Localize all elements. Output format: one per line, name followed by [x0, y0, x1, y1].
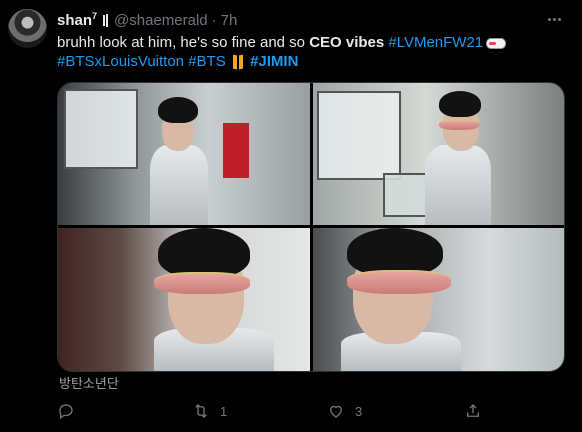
retweet-count: 1	[220, 403, 228, 419]
separator-dot: ·	[211, 11, 217, 29]
heart-icon	[330, 405, 342, 418]
like-button[interactable]: 3	[327, 400, 362, 422]
hashtag-btsxlouisvuitton[interactable]: #BTSxLouisVuitton	[57, 53, 184, 70]
photo-2[interactable]	[313, 83, 564, 225]
tweet-text-plain: bruhh look at him, he's so fine and so	[57, 34, 310, 51]
photo-1[interactable]	[58, 83, 310, 225]
bts-logo-icon	[103, 13, 109, 27]
reply-icon	[59, 404, 73, 420]
media-grid	[57, 82, 565, 372]
retweet-button[interactable]: 1	[192, 400, 227, 422]
tweet-text-bold: CEO vibes	[309, 34, 385, 51]
photo-3[interactable]	[58, 228, 310, 371]
media-caption: 방탄소년단	[59, 376, 119, 391]
tweet[interactable]: shan7 @shaemerald · 7h bruhh look at him…	[0, 0, 582, 432]
hashtag-bts[interactable]: #BTS	[188, 53, 226, 70]
timestamp[interactable]: 7h	[221, 12, 238, 29]
tweet-text: bruhh look at him, he's so fine and so C…	[57, 33, 567, 71]
hashtag-jimin[interactable]: #JIMIN	[250, 53, 298, 70]
user-handle[interactable]: @shaemerald	[114, 12, 208, 29]
avatar[interactable]	[8, 9, 47, 48]
action-bar: 1 3	[57, 400, 517, 422]
share-icon	[467, 404, 479, 417]
hashtag-lvmenfw21[interactable]: #LVMenFW21	[388, 34, 483, 51]
name-superscript: 7	[92, 11, 98, 21]
more-horizontal-icon[interactable]	[544, 11, 564, 27]
bts-flag-icon	[232, 54, 243, 70]
reply-button[interactable]	[57, 400, 75, 422]
photo-4[interactable]	[313, 228, 564, 371]
like-count: 3	[355, 403, 363, 419]
share-button[interactable]	[464, 400, 482, 422]
retweet-icon	[195, 404, 207, 418]
display-name[interactable]: shan7	[57, 11, 97, 29]
tweet-header: shan7 @shaemerald · 7h	[57, 10, 237, 30]
pill-emoji-icon	[486, 37, 507, 49]
